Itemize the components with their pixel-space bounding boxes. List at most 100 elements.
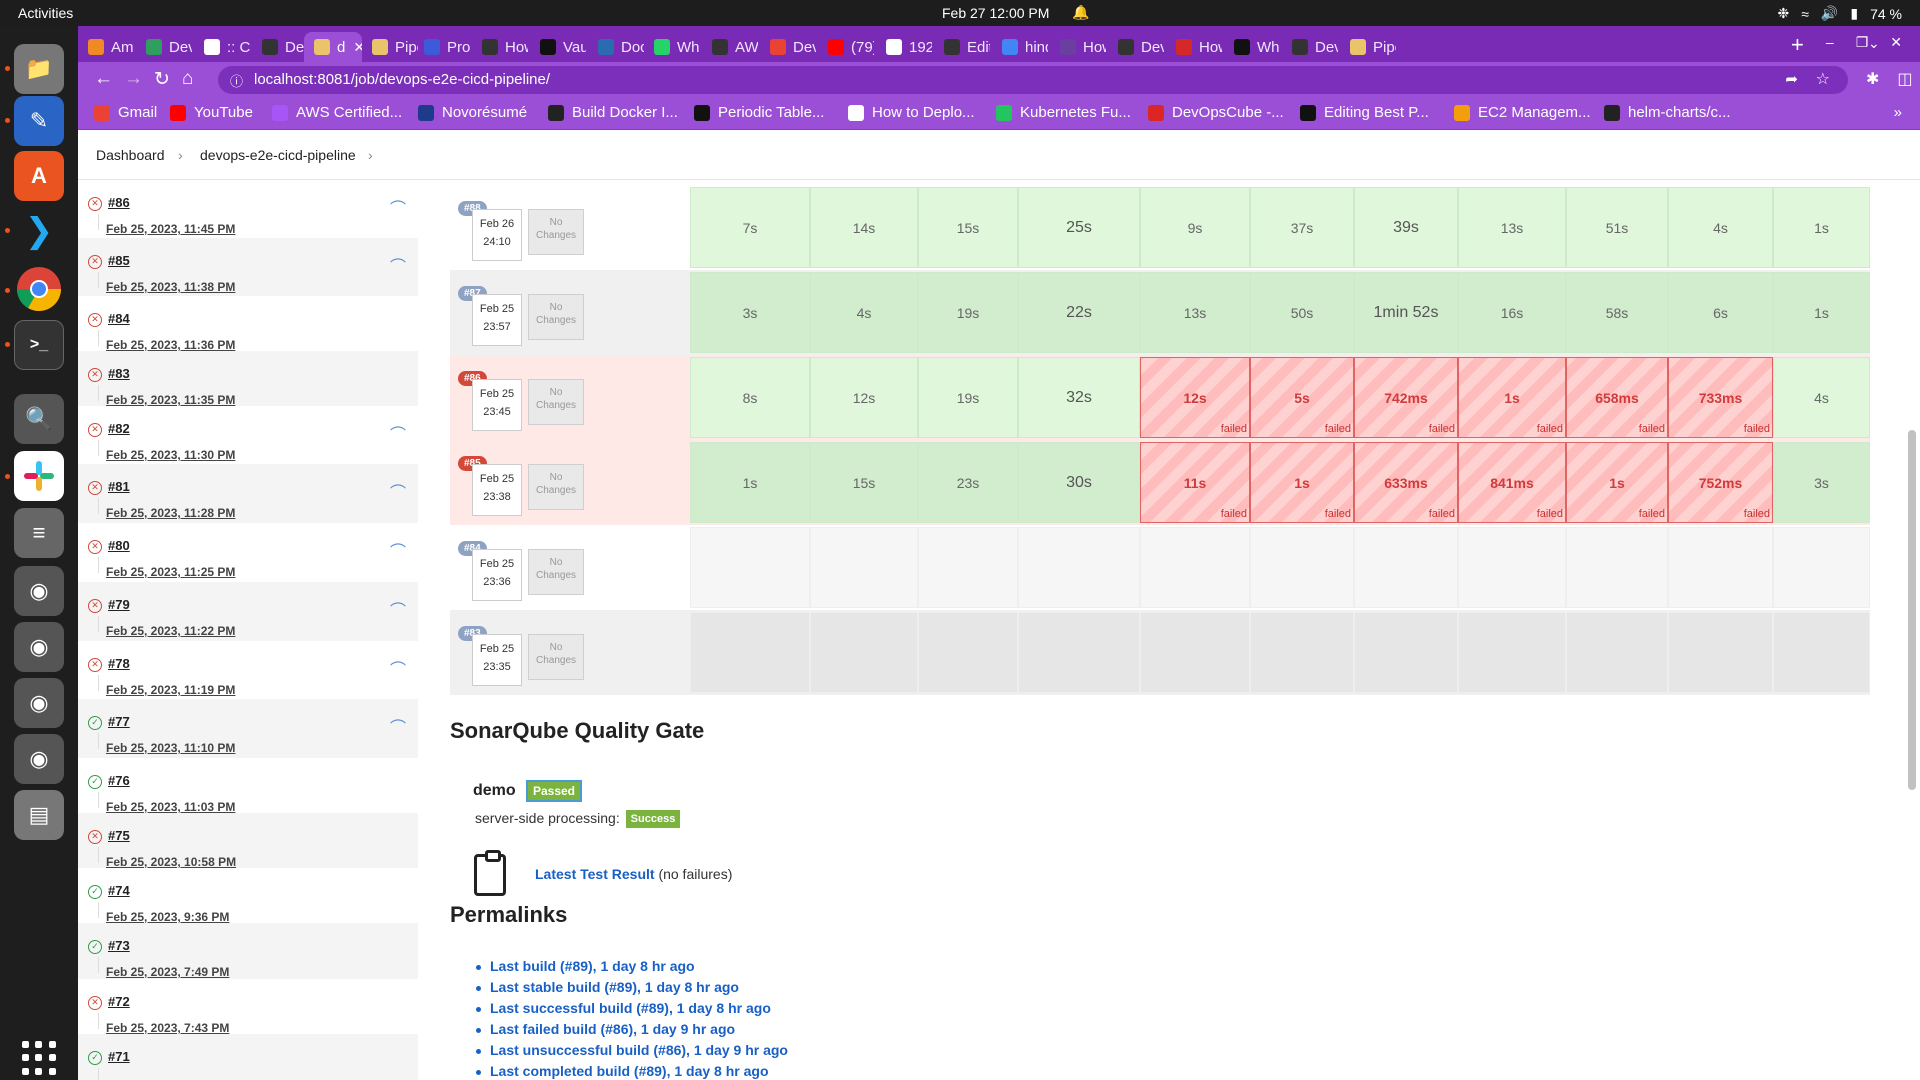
run-header[interactable]: #84Feb 2523:36No Changes (450, 525, 685, 610)
browser-tab[interactable]: Dev (1282, 32, 1338, 62)
share-icon[interactable]: ➦ (1785, 70, 1798, 88)
run-header[interactable]: #88Feb 2624:10No Changes (450, 185, 685, 270)
stage-cell-success[interactable]: 8s (690, 357, 810, 438)
reload-icon[interactable]: ↻ (154, 68, 170, 91)
breadcrumb-separator[interactable]: › (368, 147, 373, 163)
build-history-row[interactable]: ✓ #77 Feb 25, 2023, 11:10 PM ⌒ (78, 699, 418, 758)
browser-tab[interactable]: Vaul (530, 32, 586, 62)
build-number-link[interactable]: #85 (108, 253, 130, 268)
site-info-icon[interactable]: ⓘ (230, 71, 243, 90)
browser-tab[interactable]: How (472, 32, 528, 62)
build-number-link[interactable]: #82 (108, 421, 130, 436)
stage-cell-success[interactable]: 16s (1458, 272, 1566, 353)
stage-cell-failed[interactable]: 633ms failed (1354, 442, 1458, 523)
browser-tab[interactable]: Wha (1224, 32, 1280, 62)
console-output-icon[interactable]: ⌒ (390, 421, 406, 445)
console-output-icon[interactable]: ⌒ (390, 538, 406, 562)
build-number-link[interactable]: #71 (108, 1049, 130, 1064)
stage-cell-success[interactable]: 23s (918, 442, 1018, 523)
no-changes-box[interactable]: No Changes (528, 549, 584, 595)
stage-cell-success[interactable]: 19s (918, 357, 1018, 438)
console-output-icon[interactable]: ⌒ (390, 195, 406, 219)
browser-tab[interactable]: Wha (644, 32, 700, 62)
build-history-row[interactable]: ✓ #74 Feb 25, 2023, 9:36 PM (78, 868, 418, 924)
stage-cell-success[interactable]: 3s (1773, 442, 1870, 523)
vscode-icon[interactable]: ❯ (14, 206, 64, 256)
browser-tab[interactable]: How (1166, 32, 1222, 62)
browser-tab[interactable]: :: Co (194, 32, 250, 62)
disk-icon[interactable]: ◉ (14, 566, 64, 616)
console-output-icon[interactable]: ⌒ (390, 597, 406, 621)
stage-cell-failed[interactable]: 752ms failed (1668, 442, 1773, 523)
console-output-icon[interactable]: ⌒ (390, 253, 406, 277)
back-icon[interactable]: ← (94, 68, 113, 90)
stage-cell-failed[interactable]: 5s failed (1250, 357, 1354, 438)
browser-tab[interactable]: Dev (252, 32, 308, 62)
stage-cell-success[interactable]: 3s (690, 272, 810, 353)
stage-cell-success[interactable]: 1s (690, 442, 810, 523)
browser-tab[interactable]: Dev (1108, 32, 1164, 62)
run-header[interactable]: #83Feb 2523:35No Changes (450, 610, 685, 695)
browser-tab[interactable]: 192. (876, 32, 932, 62)
stage-cell-success[interactable]: 13s (1140, 272, 1250, 353)
stage-cell-success[interactable]: 4s (810, 272, 918, 353)
permalink-item[interactable]: Last failed build (#86), 1 day 9 hr ago (476, 1021, 788, 1042)
bookmarks-overflow-icon[interactable]: » (1894, 104, 1902, 121)
build-number-link[interactable]: #73 (108, 938, 130, 953)
permalink-item[interactable]: Last stable build (#89), 1 day 8 hr ago (476, 979, 788, 1000)
stage-cell-success[interactable]: 30s (1018, 442, 1140, 523)
stage-cell-success[interactable]: 1s (1773, 272, 1870, 353)
browser-tab[interactable]: Doci (588, 32, 644, 62)
stage-cell-success[interactable]: 15s (918, 187, 1018, 268)
build-number-link[interactable]: #81 (108, 479, 130, 494)
build-history-row[interactable]: ✕ #79 Feb 25, 2023, 11:22 PM ⌒ (78, 582, 418, 641)
bookmark-item[interactable]: AWS Certified... (272, 104, 402, 121)
stage-cell-success[interactable]: 6s (1668, 272, 1773, 353)
run-header[interactable]: #85Feb 2523:38No Changes (450, 440, 685, 525)
bookmark-item[interactable]: Build Docker I... (548, 104, 678, 121)
disk-icon[interactable]: ◉ (14, 734, 64, 784)
battery-icon[interactable]: ▮ (1850, 5, 1858, 22)
build-date-link[interactable]: Feb 25, 2023, 11:36 PM (106, 338, 235, 352)
console-output-icon[interactable]: ⌒ (390, 714, 406, 738)
tab-close-icon[interactable]: ✕ (353, 39, 362, 56)
stage-cell-success[interactable]: 37s (1250, 187, 1354, 268)
bookmark-item[interactable]: Gmail (94, 104, 157, 121)
build-number-link[interactable]: #80 (108, 538, 130, 553)
browser-tab[interactable]: Edit (934, 32, 990, 62)
build-date-link[interactable]: Feb 25, 2023, 7:43 PM (106, 1021, 229, 1035)
minimize-icon[interactable]: – (1826, 34, 1834, 51)
build-history-row[interactable]: ✕ #72 Feb 25, 2023, 7:43 PM (78, 979, 418, 1035)
activities-button[interactable]: Activities (18, 5, 73, 21)
text-editor-icon[interactable]: ≡ (14, 508, 64, 558)
browser-tab[interactable]: How (1050, 32, 1106, 62)
stage-cell-success[interactable]: 9s (1140, 187, 1250, 268)
permalink-item[interactable]: Last completed build (#89), 1 day 8 hr a… (476, 1063, 788, 1080)
bookmark-item[interactable]: Novorésumé (418, 104, 527, 121)
clock[interactable]: Feb 27 12:00 PM (942, 5, 1049, 21)
stage-cell-failed[interactable]: 1s failed (1458, 357, 1566, 438)
bookmark-item[interactable]: How to Deplo... (848, 104, 975, 121)
disk-icon[interactable]: ◉ (14, 622, 64, 672)
build-history-row[interactable]: ✓ #76 Feb 25, 2023, 11:03 PM (78, 758, 418, 814)
breadcrumb-dashboard[interactable]: Dashboard (96, 147, 165, 163)
chrome-icon[interactable] (14, 264, 64, 314)
bookmark-star-icon[interactable]: ☆ (1816, 69, 1830, 89)
disk-icon[interactable]: ◉ (14, 678, 64, 728)
stage-cell-success[interactable]: 7s (690, 187, 810, 268)
new-tab-button[interactable]: + (1791, 32, 1804, 58)
build-number-link[interactable]: #83 (108, 366, 130, 381)
stage-cell-success[interactable]: 50s (1250, 272, 1354, 353)
no-changes-box[interactable]: No Changes (528, 464, 584, 510)
browser-tab[interactable]: Ama (78, 32, 134, 62)
build-date-link[interactable]: Feb 25, 2023, 11:28 PM (106, 506, 235, 520)
no-changes-box[interactable]: No Changes (528, 379, 584, 425)
build-number-link[interactable]: #78 (108, 656, 130, 671)
build-date-link[interactable]: Feb 25, 2023, 11:35 PM (106, 393, 235, 407)
address-bar[interactable]: ⓘ localhost:8081/job/devops-e2e-cicd-pip… (218, 66, 1848, 94)
build-history-row[interactable]: ✕ #80 Feb 25, 2023, 11:25 PM ⌒ (78, 523, 418, 582)
build-number-link[interactable]: #86 (108, 195, 130, 210)
stage-cell-failed[interactable]: 733ms failed (1668, 357, 1773, 438)
build-history-row[interactable]: ✕ #75 Feb 25, 2023, 10:58 PM (78, 813, 418, 869)
build-number-link[interactable]: #84 (108, 311, 130, 326)
